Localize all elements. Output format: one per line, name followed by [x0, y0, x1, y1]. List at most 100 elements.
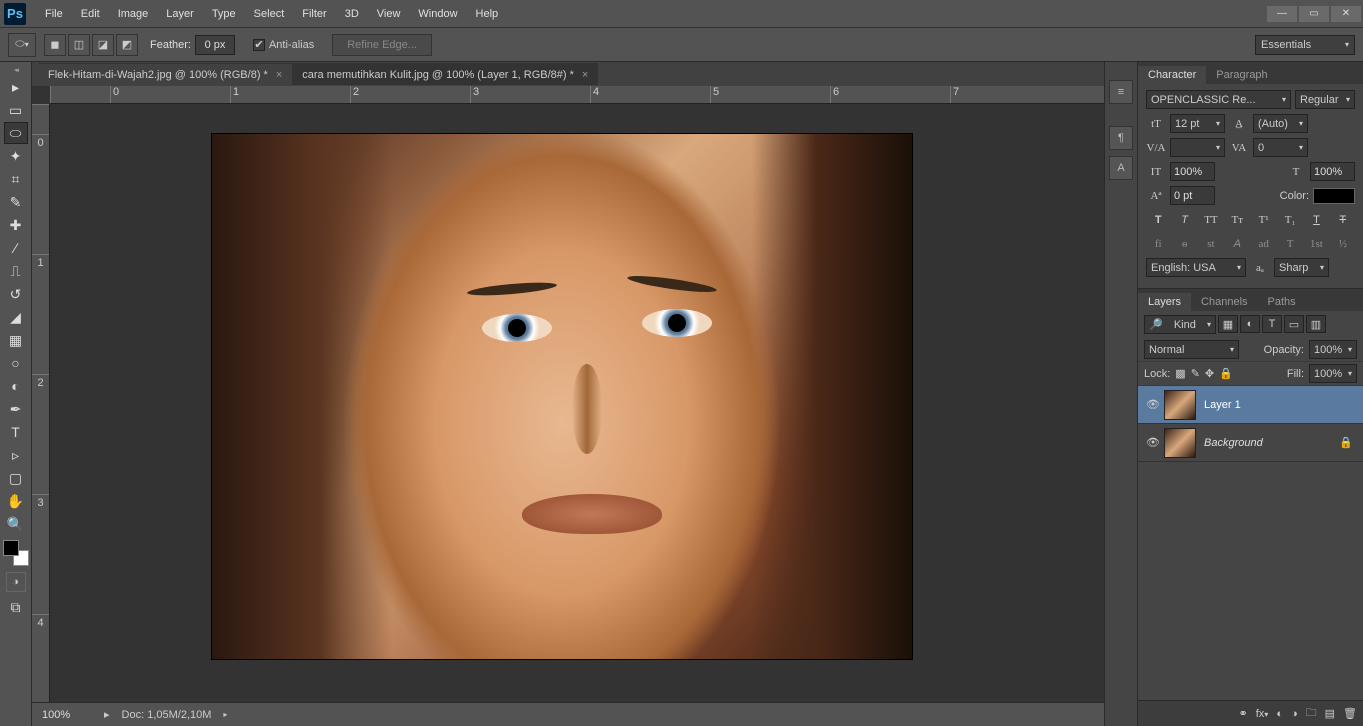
path-select-tool[interactable]: ▹ — [4, 444, 28, 466]
tab-channels[interactable]: Channels — [1191, 293, 1257, 311]
layer-row[interactable]: 👁 Background 🔒 — [1138, 424, 1363, 462]
tool-preset-picker[interactable]: ⬭▾ — [8, 33, 36, 57]
blend-mode-select[interactable]: Normal▾ — [1144, 340, 1239, 359]
tab-paths[interactable]: Paths — [1258, 293, 1306, 311]
tracking-input[interactable]: 0▾ — [1253, 138, 1308, 157]
visibility-toggle[interactable]: 👁 — [1142, 398, 1164, 411]
tab-character[interactable]: Character — [1138, 66, 1206, 84]
layer-thumbnail[interactable] — [1164, 428, 1196, 458]
tab-layers[interactable]: Layers — [1138, 293, 1191, 311]
doc-size-label[interactable]: Doc: 1,05M/2,10M — [122, 709, 212, 721]
type-tool[interactable]: T — [4, 421, 28, 443]
zoom-tool[interactable]: 🔍 — [4, 513, 28, 535]
tab-paragraph[interactable]: Paragraph — [1206, 66, 1277, 84]
color-swatches[interactable] — [3, 540, 29, 566]
app-logo[interactable]: Ps — [4, 3, 26, 25]
kerning-input[interactable]: ▾ — [1170, 138, 1225, 157]
shape-tool[interactable]: ▢ — [4, 467, 28, 489]
hscale-input[interactable] — [1310, 162, 1355, 181]
selection-add-icon[interactable]: ◫ — [68, 34, 90, 56]
document-tab[interactable]: Flek-Hitam-di-Wajah2.jpg @ 100% (RGB/8) … — [38, 63, 292, 85]
layers-empty-area[interactable] — [1138, 462, 1363, 700]
layer-filter-kind[interactable]: 🔎Kind▾ — [1144, 315, 1216, 334]
expose-icon[interactable]: ▸ — [104, 708, 110, 721]
layer-fx-icon[interactable]: fx▾ — [1256, 708, 1269, 720]
filter-type-icon[interactable]: T — [1262, 315, 1282, 333]
link-layers-icon[interactable]: ⚭ — [1239, 707, 1248, 720]
menu-filter[interactable]: Filter — [293, 8, 335, 20]
adjustment-layer-icon[interactable]: ◑ — [1291, 708, 1298, 720]
menu-3d[interactable]: 3D — [336, 8, 368, 20]
move-tool[interactable]: ▸ — [4, 76, 28, 98]
delete-layer-icon[interactable]: 🗑 — [1343, 707, 1357, 720]
ot-fi[interactable]: fi — [1146, 234, 1170, 254]
healing-tool[interactable]: ✚ — [4, 214, 28, 236]
paragraph-styles-icon[interactable]: ¶ — [1109, 126, 1133, 150]
ruler-horizontal[interactable]: 01234567 — [50, 86, 1104, 104]
opacity-input[interactable]: 100%▾ — [1309, 340, 1357, 359]
lock-all-icon[interactable]: 🔒 — [1219, 367, 1233, 380]
history-brush-tool[interactable]: ↺ — [4, 283, 28, 305]
crop-tool[interactable]: ⌗ — [4, 168, 28, 190]
selection-intersect-icon[interactable]: ◩ — [116, 34, 138, 56]
dodge-tool[interactable]: ◐ — [4, 375, 28, 397]
faux-bold-button[interactable]: T — [1146, 210, 1170, 230]
menu-select[interactable]: Select — [245, 8, 294, 20]
ot-st[interactable]: st — [1199, 234, 1223, 254]
marquee-tool[interactable]: ▭ — [4, 99, 28, 121]
ot-sigma[interactable]: ѳ — [1172, 234, 1196, 254]
brush-tool[interactable]: ∕ — [4, 237, 28, 259]
canvas-viewport[interactable]: 01234567 01234 — [32, 86, 1104, 702]
fill-input[interactable]: 100%▾ — [1309, 364, 1357, 383]
document-tab[interactable]: cara memutihkan Kulit.jpg @ 100% (Layer … — [292, 63, 598, 85]
status-menu-icon[interactable]: ▸ — [223, 710, 227, 719]
allcaps-button[interactable]: TT — [1199, 210, 1223, 230]
filter-smart-icon[interactable]: ▥ — [1306, 315, 1326, 333]
visibility-toggle[interactable]: 👁 — [1142, 436, 1164, 449]
ot-ordinals[interactable]: T — [1278, 234, 1302, 254]
layer-name[interactable]: Layer 1 — [1204, 399, 1241, 411]
menu-window[interactable]: Window — [409, 8, 466, 20]
menu-help[interactable]: Help — [467, 8, 508, 20]
character-styles-icon[interactable]: A — [1109, 156, 1133, 180]
history-panel-icon[interactable]: ≡ — [1109, 80, 1133, 104]
subscript-button[interactable]: T₁ — [1278, 210, 1302, 230]
quick-select-tool[interactable]: ✦ — [4, 145, 28, 167]
layer-mask-icon[interactable]: ◐ — [1276, 708, 1283, 720]
workspace-selector[interactable]: Essentials▾ — [1255, 35, 1355, 55]
minimize-button[interactable]: — — [1267, 6, 1297, 22]
layer-row[interactable]: 👁 Layer 1 — [1138, 386, 1363, 424]
zoom-level[interactable]: 100% — [42, 709, 92, 721]
blur-tool[interactable]: ○ — [4, 352, 28, 374]
screen-mode-toggle[interactable]: ⧉ — [4, 596, 28, 618]
superscript-button[interactable]: T¹ — [1252, 210, 1276, 230]
maximize-button[interactable]: ▭ — [1299, 6, 1329, 22]
font-style-select[interactable]: Regular▾ — [1295, 90, 1355, 109]
selection-new-icon[interactable]: ◼ — [44, 34, 66, 56]
layer-group-icon[interactable]: 🗀 — [1306, 704, 1317, 723]
menu-file[interactable]: File — [36, 8, 72, 20]
tab-close-icon[interactable]: × — [582, 69, 588, 81]
strikethrough-button[interactable]: T — [1331, 210, 1355, 230]
menu-type[interactable]: Type — [203, 8, 245, 20]
lasso-tool[interactable]: ⬭ — [4, 122, 28, 144]
new-layer-icon[interactable]: ▤ — [1325, 707, 1335, 720]
selection-subtract-icon[interactable]: ◪ — [92, 34, 114, 56]
filter-pixel-icon[interactable]: ▦ — [1218, 315, 1238, 333]
ot-swash[interactable]: A — [1225, 234, 1249, 254]
filter-adjust-icon[interactable]: ◐ — [1240, 315, 1260, 333]
filter-shape-icon[interactable]: ▭ — [1284, 315, 1304, 333]
pen-tool[interactable]: ✒ — [4, 398, 28, 420]
gradient-tool[interactable]: ▦ — [4, 329, 28, 351]
menu-layer[interactable]: Layer — [157, 8, 203, 20]
hand-tool[interactable]: ✋ — [4, 490, 28, 512]
canvas-image[interactable] — [212, 134, 912, 659]
toolbox-collapse-handle[interactable] — [2, 66, 30, 74]
underline-button[interactable]: T — [1304, 210, 1328, 230]
language-select[interactable]: English: USA▾ — [1146, 258, 1246, 277]
layer-thumbnail[interactable] — [1164, 390, 1196, 420]
refine-edge-button[interactable]: Refine Edge... — [332, 34, 432, 56]
menu-view[interactable]: View — [368, 8, 410, 20]
lock-position-icon[interactable]: ✥ — [1205, 367, 1214, 380]
antialias-select[interactable]: Sharp▾ — [1274, 258, 1329, 277]
